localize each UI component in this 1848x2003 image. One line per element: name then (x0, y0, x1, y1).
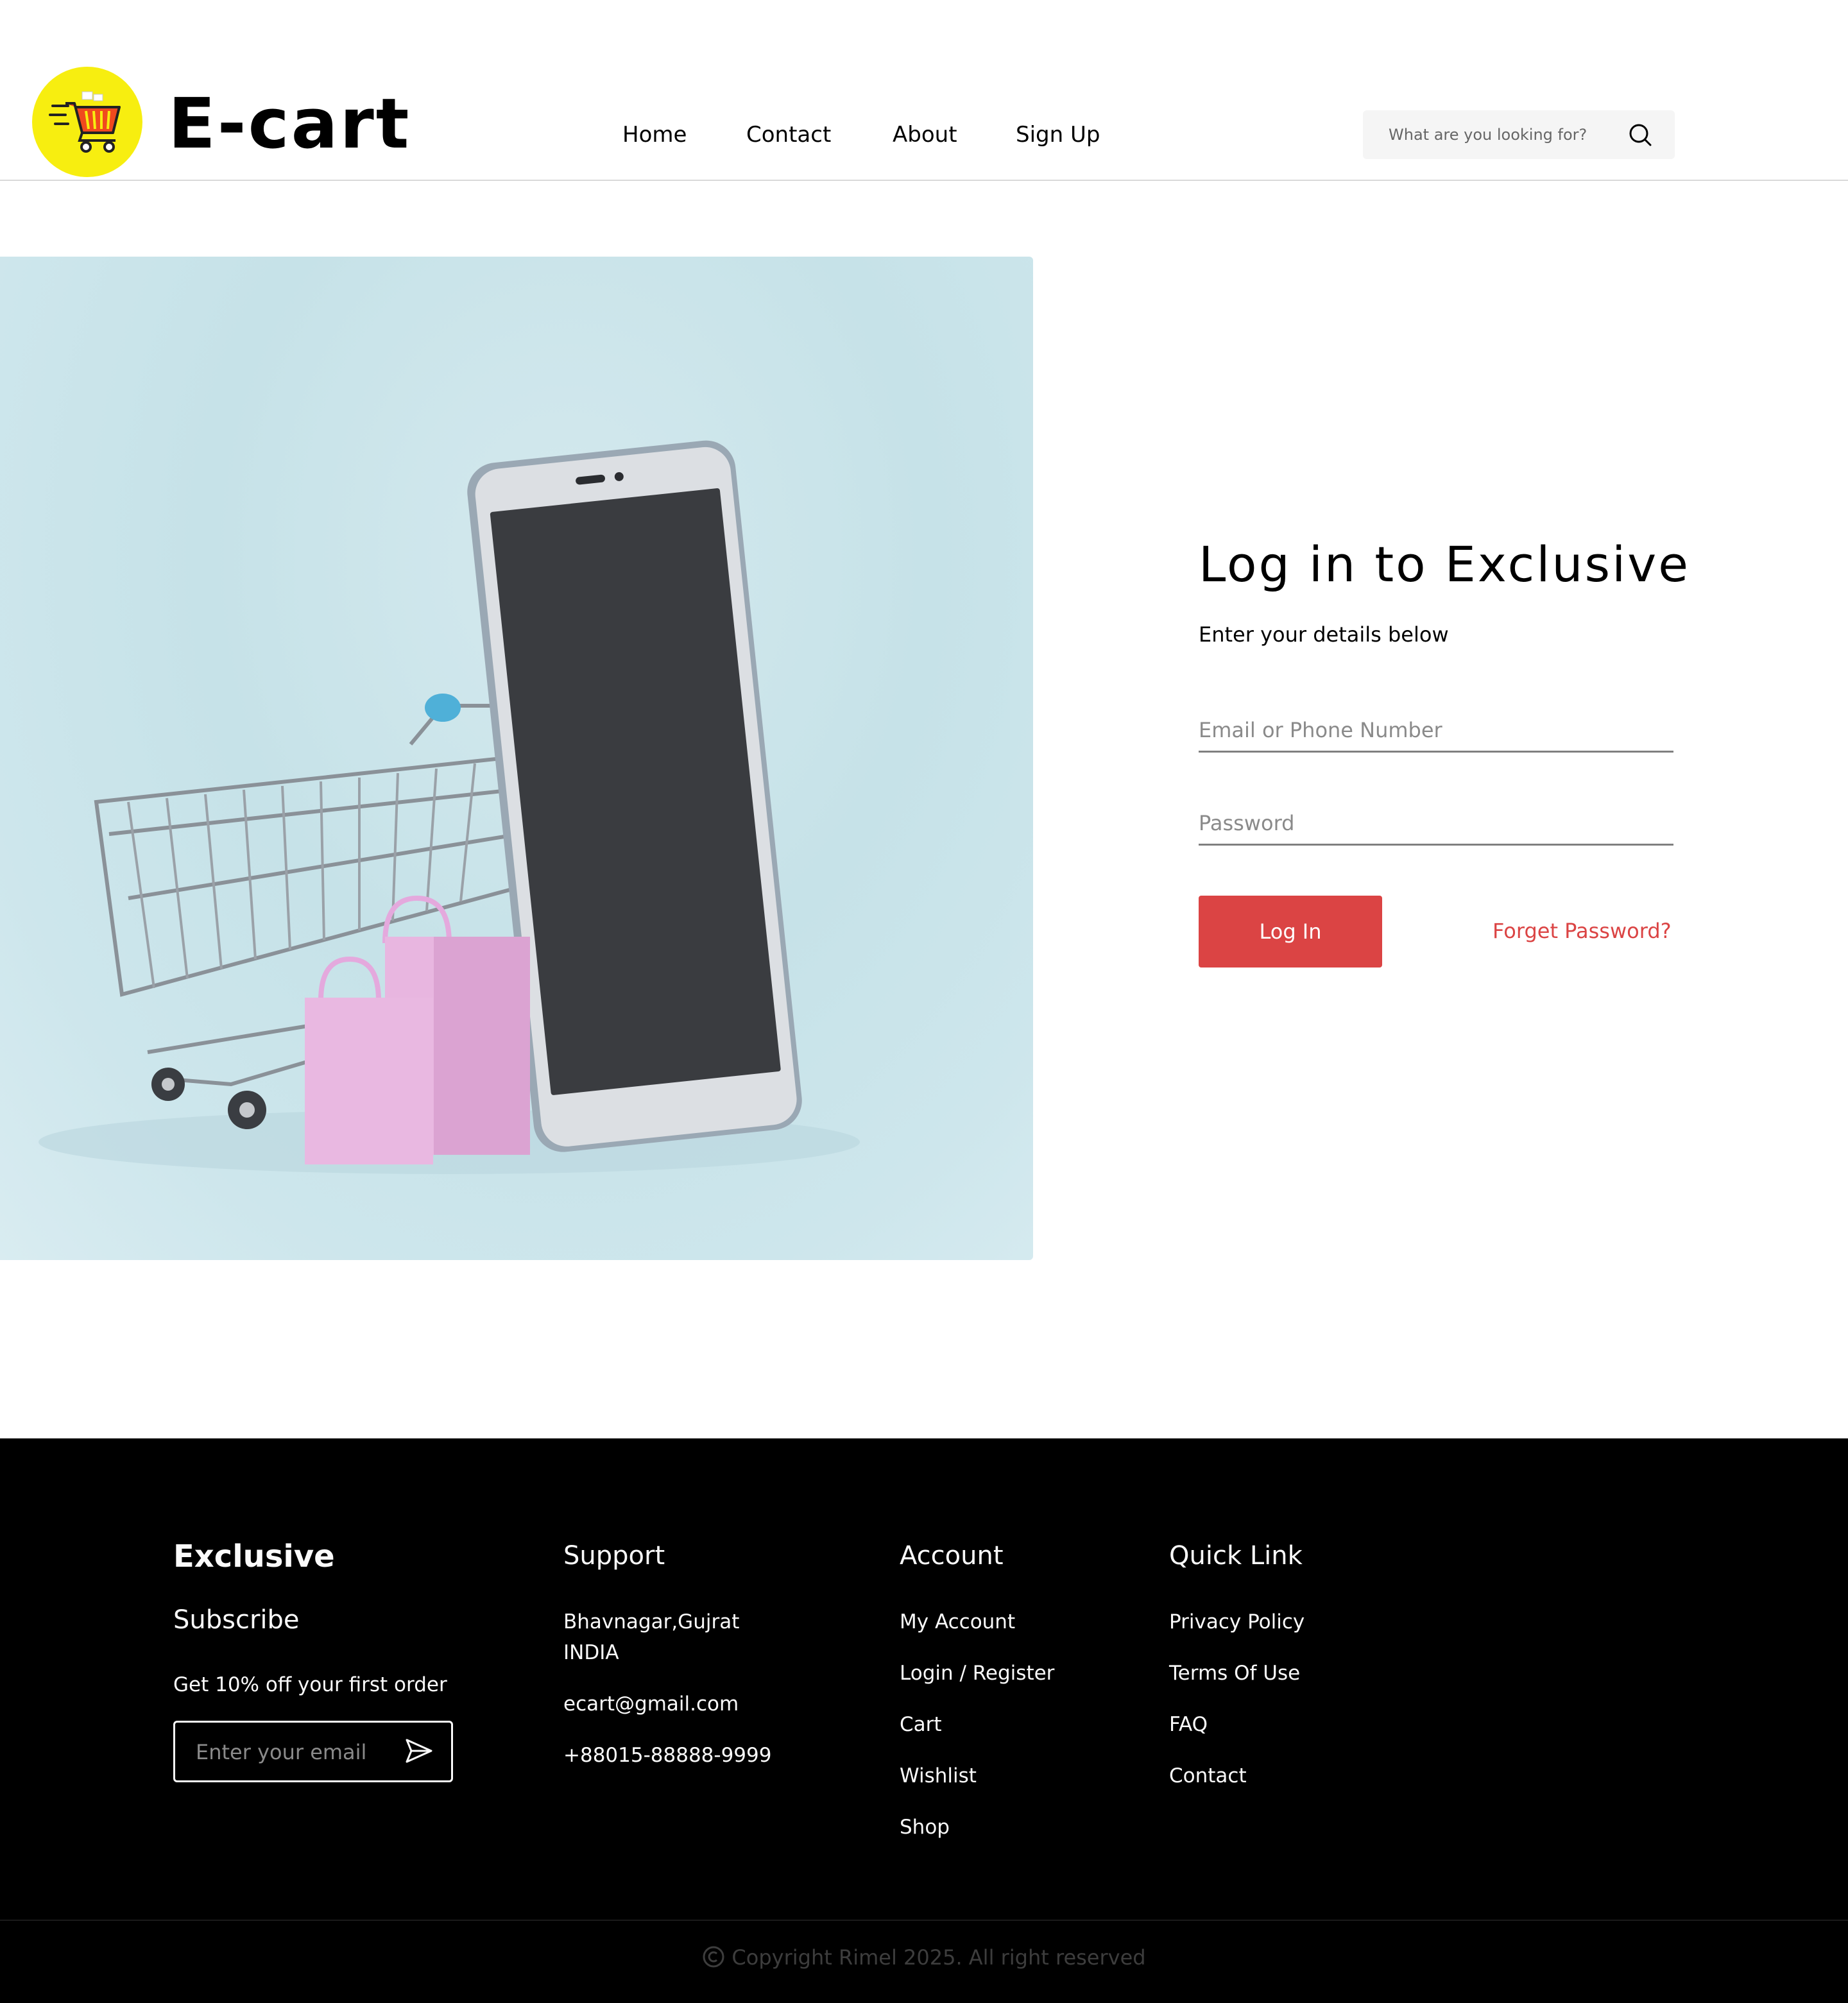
nav-sign-up[interactable]: Sign Up (1016, 122, 1100, 148)
footer-support-heading: Support (563, 1541, 665, 1571)
password-field-wrapper (1199, 805, 1673, 846)
footer-link-faq[interactable]: FAQ (1169, 1713, 1208, 1736)
login-subtitle: Enter your details below (1199, 622, 1449, 647)
forgot-password-link[interactable]: Forget Password? (1493, 919, 1672, 943)
login-title: Log in to Exclusive (1199, 536, 1690, 593)
footer-link-login-register[interactable]: Login / Register (900, 1662, 1054, 1685)
send-icon[interactable] (405, 1738, 433, 1764)
nav-home[interactable]: Home (622, 122, 687, 148)
nav-contact[interactable]: Contact (746, 122, 831, 148)
footer-address-line1: Bhavnagar,Gujrat (563, 1610, 740, 1633)
email-field[interactable] (1199, 712, 1673, 748)
footer-phone[interactable]: +88015-88888-9999 (563, 1744, 771, 1767)
footer-link-wishlist[interactable]: Wishlist (900, 1764, 977, 1787)
phone-cart-illustration (38, 440, 860, 1174)
copyright-icon (703, 1946, 724, 1968)
nav-about[interactable]: About (893, 122, 957, 148)
shopping-cart-logo-icon (49, 91, 121, 153)
site-header: E-cart Home Contact About Sign Up What a… (0, 0, 1848, 181)
footer-brand: Exclusive (173, 1538, 335, 1574)
search-bar[interactable]: What are you looking for? (1363, 110, 1675, 159)
password-field[interactable] (1199, 805, 1673, 841)
site-footer: Exclusive Subscribe Get 10% off your fir… (0, 1438, 1848, 2003)
footer-link-terms-of-use[interactable]: Terms Of Use (1169, 1662, 1300, 1685)
footer-link-contact[interactable]: Contact (1169, 1764, 1247, 1787)
footer-link-my-account[interactable]: My Account (900, 1610, 1015, 1633)
footer-link-cart[interactable]: Cart (900, 1713, 942, 1736)
logo[interactable] (32, 67, 142, 177)
copyright: Copyright Rimel 2025. All right reserved (0, 1945, 1848, 1970)
footer-subscribe-heading: Subscribe (173, 1605, 300, 1635)
copyright-text: Copyright Rimel 2025. All right reserved (732, 1945, 1146, 1970)
search-icon[interactable] (1627, 122, 1653, 148)
footer-link-privacy-policy[interactable]: Privacy Policy (1169, 1610, 1305, 1633)
subscribe-email-box (173, 1721, 453, 1782)
email-field-wrapper (1199, 712, 1673, 753)
footer-offer-text: Get 10% off your first order (173, 1673, 447, 1696)
brand-name[interactable]: E-cart (168, 90, 411, 159)
footer-address-line2: INDIA (563, 1641, 619, 1664)
login-button[interactable]: Log In (1199, 896, 1382, 967)
footer-divider (0, 1920, 1848, 1921)
search-input[interactable]: What are you looking for? (1389, 126, 1587, 144)
footer-link-shop[interactable]: Shop (900, 1816, 950, 1839)
hero-image (0, 257, 1033, 1260)
footer-quick-link-heading: Quick Link (1169, 1541, 1303, 1571)
footer-email[interactable]: ecart@gmail.com (563, 1692, 739, 1716)
subscribe-email-input[interactable] (194, 1735, 389, 1769)
footer-account-heading: Account (900, 1541, 1004, 1571)
